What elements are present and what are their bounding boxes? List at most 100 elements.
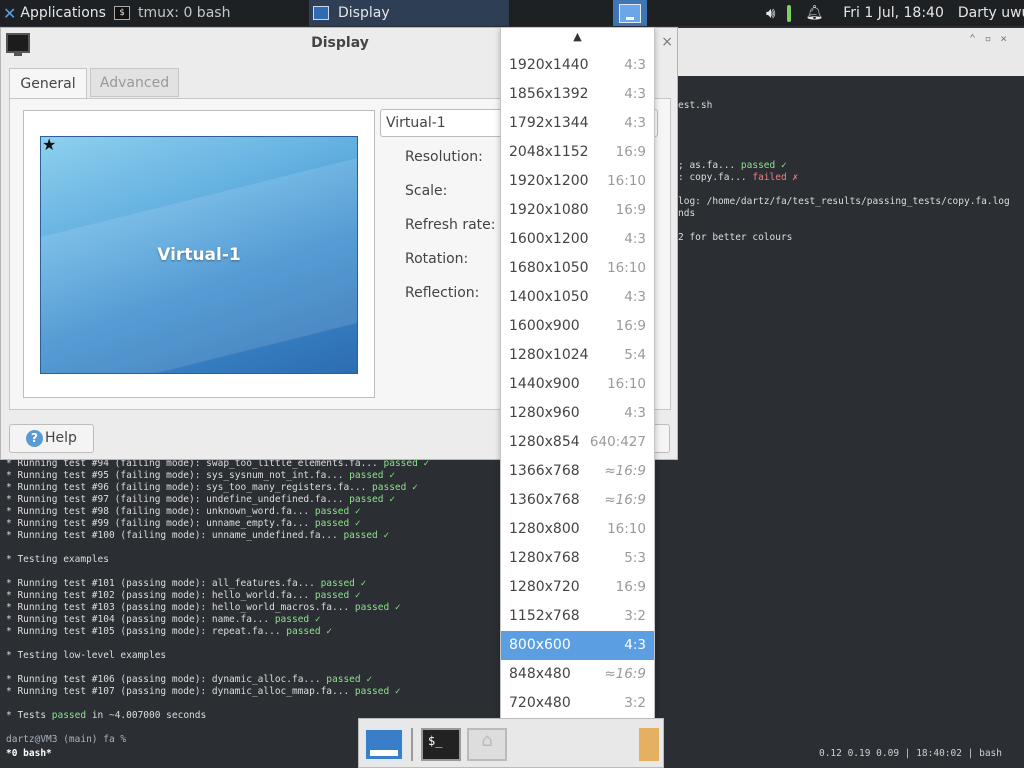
- resolution-value: 848x480: [509, 666, 571, 682]
- terminal-text: * Running test #97 (failing mode): undef…: [6, 494, 350, 505]
- resolution-value: 800x600: [509, 637, 571, 653]
- resolution-value: 1280x1024: [509, 347, 589, 363]
- taskbar-item-tmux[interactable]: $ tmux: 0 bash: [108, 0, 308, 26]
- terminal-text: * Running test #99 (failing mode): unnam…: [6, 518, 315, 529]
- resolution-value: 1280x720: [509, 579, 580, 595]
- resolution-value: 1360x768: [509, 492, 580, 508]
- test-status: passed ✓: [314, 506, 361, 517]
- tab-general[interactable]: General: [9, 68, 87, 99]
- aspect-ratio: 4:3: [624, 231, 646, 247]
- terminal-text: * Running test #96 (failing mode): sys_t…: [6, 482, 373, 493]
- resolution-option[interactable]: 848x480 ≈16:9: [501, 660, 654, 689]
- battery-icon[interactable]: [787, 4, 792, 22]
- terminal-text: in ~4.007000 seconds: [86, 710, 207, 721]
- resolution-option[interactable]: 1680x1050 16:10: [501, 254, 654, 283]
- resolution-value: 1920x1080: [509, 202, 589, 218]
- terminal-line: log: /home/dartz/fa/test_results/passing…: [678, 196, 1010, 207]
- aspect-ratio: 5:4: [624, 347, 646, 363]
- terminal-text: * Running test #106 (passing mode): dyna…: [6, 674, 327, 685]
- terminal-text: * Tests: [6, 710, 52, 721]
- resolution-option[interactable]: 1366x768 ≈16:9: [501, 457, 654, 486]
- resolution-option[interactable]: 1280x800 16:10: [501, 515, 654, 544]
- help-button-label: Help: [45, 430, 77, 446]
- folder-icon[interactable]: [639, 728, 659, 761]
- resolution-option[interactable]: 1920x1440 4:3: [501, 51, 654, 80]
- top-panel: ✕ Applications $ tmux: 0 bash Display 🔊︎…: [0, 0, 1024, 26]
- aspect-ratio: 4:3: [624, 289, 646, 305]
- resolution-value: 1152x768: [509, 608, 580, 624]
- scroll-up-arrow-icon[interactable]: ▲: [501, 28, 654, 50]
- test-status: passed ✓: [314, 518, 361, 529]
- applications-menu[interactable]: ✕ Applications: [0, 0, 106, 26]
- test-status: passed ✓: [326, 674, 373, 685]
- close-button[interactable]: [654, 424, 670, 453]
- aspect-ratio: 4:3: [624, 637, 646, 653]
- terminal-text: * Running test #95 (failing mode): sys_s…: [6, 470, 350, 481]
- terminal-line: 2 for better colours: [678, 232, 793, 243]
- aspect-ratio: 16:10: [607, 376, 646, 392]
- resolution-option[interactable]: 2048x1152 16:9: [501, 138, 654, 167]
- resolution-option[interactable]: 1280x720 16:9: [501, 573, 654, 602]
- terminal-text: * Running test #107 (passing mode): dyna…: [6, 686, 355, 697]
- resolution-option[interactable]: 1280x960 4:3: [501, 399, 654, 428]
- resolution-value: 1280x960: [509, 405, 580, 421]
- resolution-option[interactable]: 1792x1344 4:3: [501, 109, 654, 138]
- resolution-option[interactable]: 1440x900 16:10: [501, 370, 654, 399]
- resolution-option[interactable]: 1920x1080 16:9: [501, 196, 654, 225]
- terminal-text: * Running test #105 (passing mode): repe…: [6, 626, 287, 637]
- resolution-option[interactable]: 1600x1200 4:3: [501, 225, 654, 254]
- primary-star-icon: ★: [42, 136, 57, 154]
- aspect-ratio: 4:3: [624, 405, 646, 421]
- user-menu[interactable]: Darty uwu: [958, 5, 1024, 21]
- resolution-option[interactable]: 1920x1200 16:10: [501, 167, 654, 196]
- resolution-value: 1792x1344: [509, 115, 589, 131]
- resolution-option[interactable]: 800x600 4:3: [501, 631, 654, 660]
- test-status: passed: [51, 710, 87, 721]
- resolution-option[interactable]: 1280x768 5:3: [501, 544, 654, 573]
- terminal-line: nds: [678, 208, 696, 219]
- aspect-ratio: 16:10: [607, 521, 646, 537]
- clock[interactable]: Fri 1 Jul, 18:40: [843, 5, 944, 21]
- home-folder-icon[interactable]: ⌂: [467, 728, 507, 761]
- terminal-titlebar: ⌃▫×: [678, 28, 1024, 76]
- test-status: passed ✓: [354, 602, 401, 613]
- tab-advanced[interactable]: Advanced: [90, 68, 179, 97]
- test-status: passed ✓: [372, 482, 418, 493]
- taskbar-item-display[interactable]: Display: [309, 0, 509, 26]
- resolution-option[interactable]: 1360x768 ≈16:9: [501, 486, 654, 515]
- terminal-line: est.sh: [678, 100, 713, 111]
- taskbar-item-label: tmux: 0 bash: [138, 5, 231, 21]
- resolution-option[interactable]: 1152x768 3:2: [501, 602, 654, 631]
- terminal-icon: $: [114, 6, 130, 20]
- test-status: passed ✓: [354, 686, 401, 697]
- test-status: passed ✓: [274, 614, 321, 625]
- aspect-ratio: 16:10: [607, 173, 646, 189]
- resolution-value: 1400x1050: [509, 289, 589, 305]
- window-controls[interactable]: ⌃▫×: [969, 32, 1016, 45]
- display-settings-launcher-icon[interactable]: [364, 728, 404, 761]
- aspect-ratio: 16:9: [615, 318, 646, 334]
- tmux-status-info: 0.12 0.19 0.09 | 18:40:02 | bash: [818, 748, 1002, 759]
- aspect-ratio: 5:3: [624, 550, 646, 566]
- volume-icon[interactable]: 🔊︎: [766, 4, 775, 22]
- close-icon[interactable]: ×: [661, 34, 673, 50]
- resolution-option[interactable]: 1600x900 16:9: [501, 312, 654, 341]
- terminal-text: * Running test #102 (passing mode): hell…: [6, 590, 315, 601]
- resolution-option[interactable]: 1280x854 640:427: [501, 428, 654, 457]
- resolution-option[interactable]: 1400x1050 4:3: [501, 283, 654, 312]
- resolution-option[interactable]: 1280x1024 5:4: [501, 341, 654, 370]
- aspect-ratio: ≈16:9: [604, 666, 646, 682]
- resolution-option[interactable]: 1856x1392 4:3: [501, 80, 654, 109]
- resolution-option[interactable]: 720x480 3:2: [501, 689, 654, 718]
- notification-bell-icon[interactable]: 🔔︎: [805, 5, 823, 21]
- aspect-ratio: 16:10: [607, 260, 646, 276]
- display-launcher-button[interactable]: [613, 0, 647, 26]
- terminal-launcher-icon[interactable]: $_: [421, 728, 461, 761]
- resolution-value: 1280x768: [509, 550, 580, 566]
- aspect-ratio: 3:2: [624, 695, 646, 711]
- aspect-ratio: 16:9: [615, 144, 646, 160]
- terminal-text: * Running test #98 (failing mode): unkno…: [6, 506, 315, 517]
- monitor-preview[interactable]: ★ Virtual-1: [40, 136, 358, 374]
- help-button[interactable]: ? Help: [9, 424, 94, 453]
- aspect-ratio: 16:9: [615, 579, 646, 595]
